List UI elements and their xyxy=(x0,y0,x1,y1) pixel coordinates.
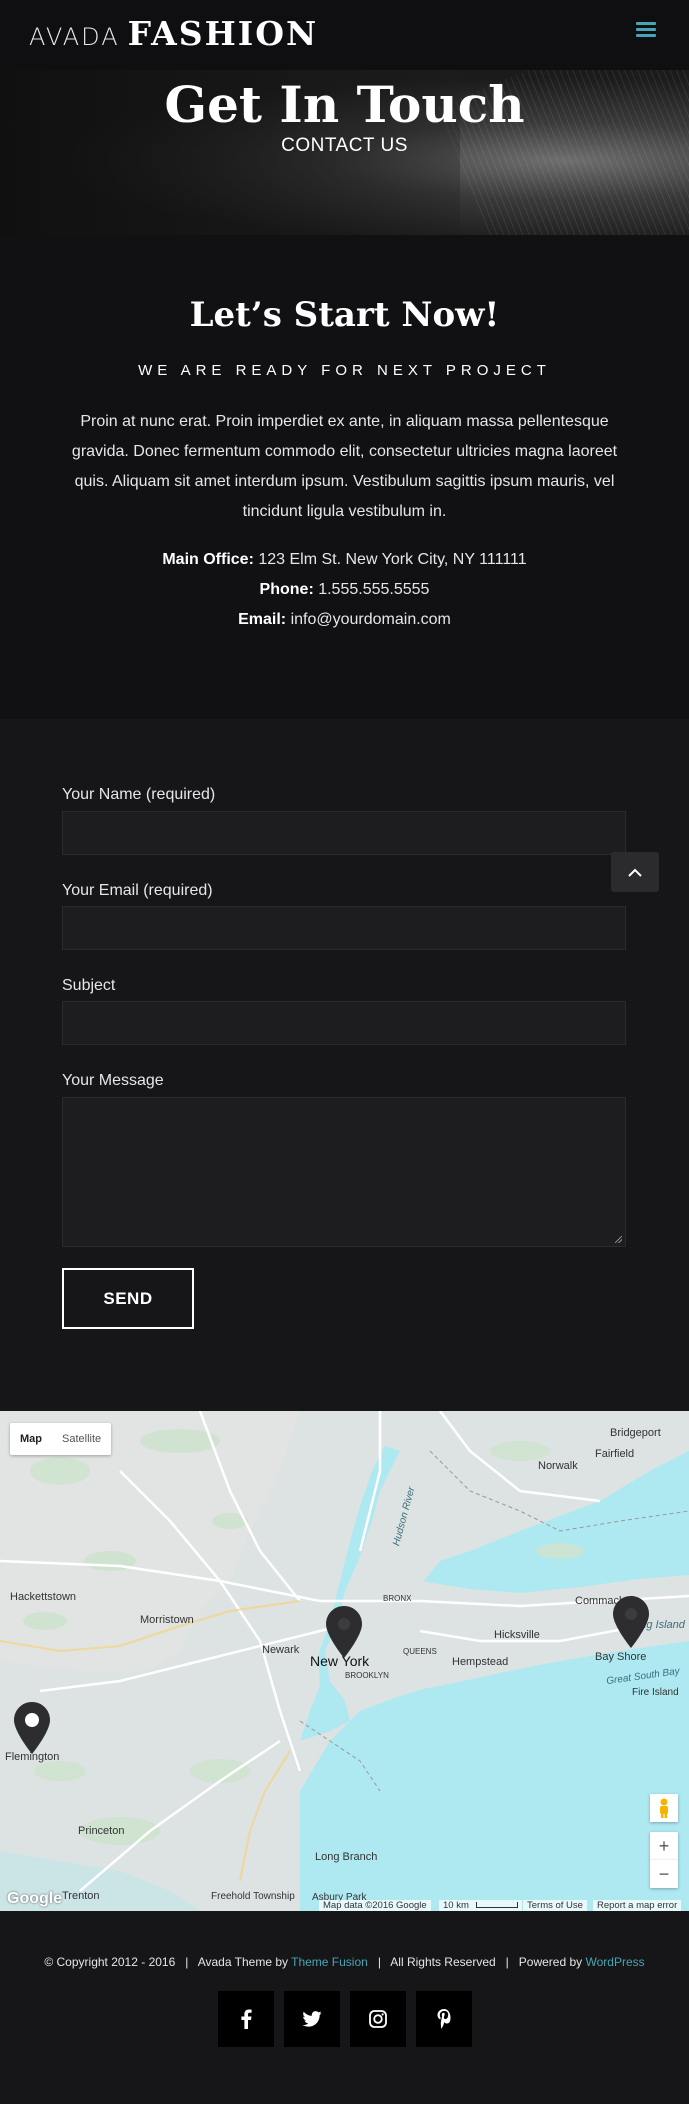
logo-light-text: AVADA xyxy=(29,23,120,51)
email-field-label: Your Email (required) xyxy=(62,882,213,899)
map-label: BRONX xyxy=(383,1594,412,1603)
map-label: Princeton xyxy=(78,1825,125,1837)
subject-field[interactable] xyxy=(62,1001,626,1045)
map-label: Norwalk xyxy=(538,1460,578,1472)
email-label: Email: xyxy=(238,611,287,628)
office-value: 123 Elm St. New York City, NY 111111 xyxy=(253,551,527,568)
instagram-icon xyxy=(369,2010,387,2028)
copyright-middle: | All Rights Reserved | Powered by xyxy=(367,1955,586,1969)
map-label: Hempstead xyxy=(452,1656,509,1668)
map-label: Morristown xyxy=(140,1614,194,1626)
section-tagline: WE ARE READY FOR NEXT PROJECT xyxy=(138,362,551,379)
map-attribution: Map data ©2016 Google xyxy=(319,1900,431,1911)
instagram-link[interactable] xyxy=(350,1991,406,2047)
theme-fusion-link[interactable]: Theme Fusion xyxy=(291,1955,368,1969)
map-label: Trenton xyxy=(62,1890,100,1902)
map-type-control: Map Satellite xyxy=(10,1423,112,1455)
scale-bar-icon xyxy=(475,1902,518,1909)
name-label: Your Name (required) xyxy=(62,786,216,803)
map-scale: 10 km xyxy=(439,1900,522,1911)
google-map[interactable]: Map Satellite Bridgeport Fairfield Norwa… xyxy=(0,1411,689,1911)
facebook-icon xyxy=(241,2009,252,2029)
map-label: Hackettstown xyxy=(10,1591,77,1603)
map-marker-icon[interactable] xyxy=(326,1606,362,1658)
map-label: Long Branch xyxy=(315,1851,378,1863)
email-value[interactable]: info@yourdomain.com xyxy=(286,611,451,628)
terms-of-use-link[interactable]: Terms of Use xyxy=(523,1900,587,1911)
map-label: Bridgeport xyxy=(610,1427,661,1439)
report-map-error-link[interactable]: Report a map error xyxy=(593,1900,682,1911)
site-header: AVADA FASHION xyxy=(0,0,689,70)
email-line: Email: info@yourdomain.com xyxy=(0,611,689,629)
phone-value: 1.555.555.5555 xyxy=(313,581,430,598)
map-label: Newark xyxy=(262,1644,300,1656)
chevron-up-icon xyxy=(628,868,642,877)
office-label: Main Office: xyxy=(162,551,254,568)
copyright-prefix: © Copyright 2012 - 2016 | Avada Theme by xyxy=(44,1955,292,1969)
street-view-pegman-icon[interactable] xyxy=(650,1794,678,1822)
message-label: Your Message xyxy=(62,1072,164,1089)
name-field[interactable] xyxy=(62,811,626,855)
wordpress-link[interactable]: WordPress xyxy=(586,1955,645,1969)
section-heading: Let’s Start Now! xyxy=(189,295,500,335)
send-button[interactable]: SEND xyxy=(62,1268,194,1329)
page-title: Get In Touch xyxy=(164,75,525,134)
subject-label: Subject xyxy=(62,977,116,994)
phone-label: Phone: xyxy=(259,581,314,598)
map-label: QUEENS xyxy=(403,1647,437,1656)
hamburger-icon[interactable] xyxy=(636,22,656,42)
twitter-link[interactable] xyxy=(284,1991,340,2047)
social-links xyxy=(218,1991,472,2047)
map-label: Fairfield xyxy=(595,1448,635,1460)
map-marker-icon[interactable] xyxy=(613,1596,649,1648)
map-scale-text: 10 km xyxy=(443,1900,469,1911)
scroll-to-top-button[interactable] xyxy=(611,852,659,892)
message-textarea[interactable] xyxy=(62,1097,626,1247)
intro-section: Let’s Start Now! WE ARE READY FOR NEXT P… xyxy=(0,235,689,719)
map-label: Bay Shore xyxy=(595,1651,647,1663)
phone-line: Phone: 1.555.555.5555 xyxy=(0,581,689,599)
email-field[interactable] xyxy=(62,906,626,950)
intro-paragraph: Proin at nunc erat. Proin imperdiet ex a… xyxy=(71,413,618,520)
map-label: Hicksville xyxy=(494,1629,540,1641)
resize-handle-icon[interactable] xyxy=(615,1236,622,1243)
site-footer: © Copyright 2012 - 2016 | Avada Theme by… xyxy=(0,1911,689,2104)
zoom-out-button[interactable]: − xyxy=(650,1860,678,1888)
map-label: Freehold Township xyxy=(211,1891,295,1902)
map-label: BROOKLYN xyxy=(345,1671,389,1680)
map-type-map[interactable]: Map xyxy=(10,1423,52,1455)
twitter-icon xyxy=(302,2011,322,2027)
main-office-line: Main Office: 123 Elm St. New York City, … xyxy=(0,551,689,569)
map-label: Fire Island xyxy=(632,1687,679,1698)
map-marker-icon[interactable] xyxy=(14,1702,50,1754)
zoom-in-button[interactable]: + xyxy=(650,1832,678,1860)
site-logo[interactable]: AVADA FASHION xyxy=(29,14,318,53)
page-subtitle: CONTACT US xyxy=(281,135,408,156)
facebook-link[interactable] xyxy=(218,1991,274,2047)
logo-bold-text: FASHION xyxy=(127,14,319,53)
map-type-satellite[interactable]: Satellite xyxy=(52,1423,111,1455)
copyright-text: © Copyright 2012 - 2016 | Avada Theme by… xyxy=(0,1955,689,1969)
google-logo[interactable]: Google xyxy=(7,1890,62,1908)
pinterest-icon xyxy=(437,2009,451,2029)
pinterest-link[interactable] xyxy=(416,1991,472,2047)
